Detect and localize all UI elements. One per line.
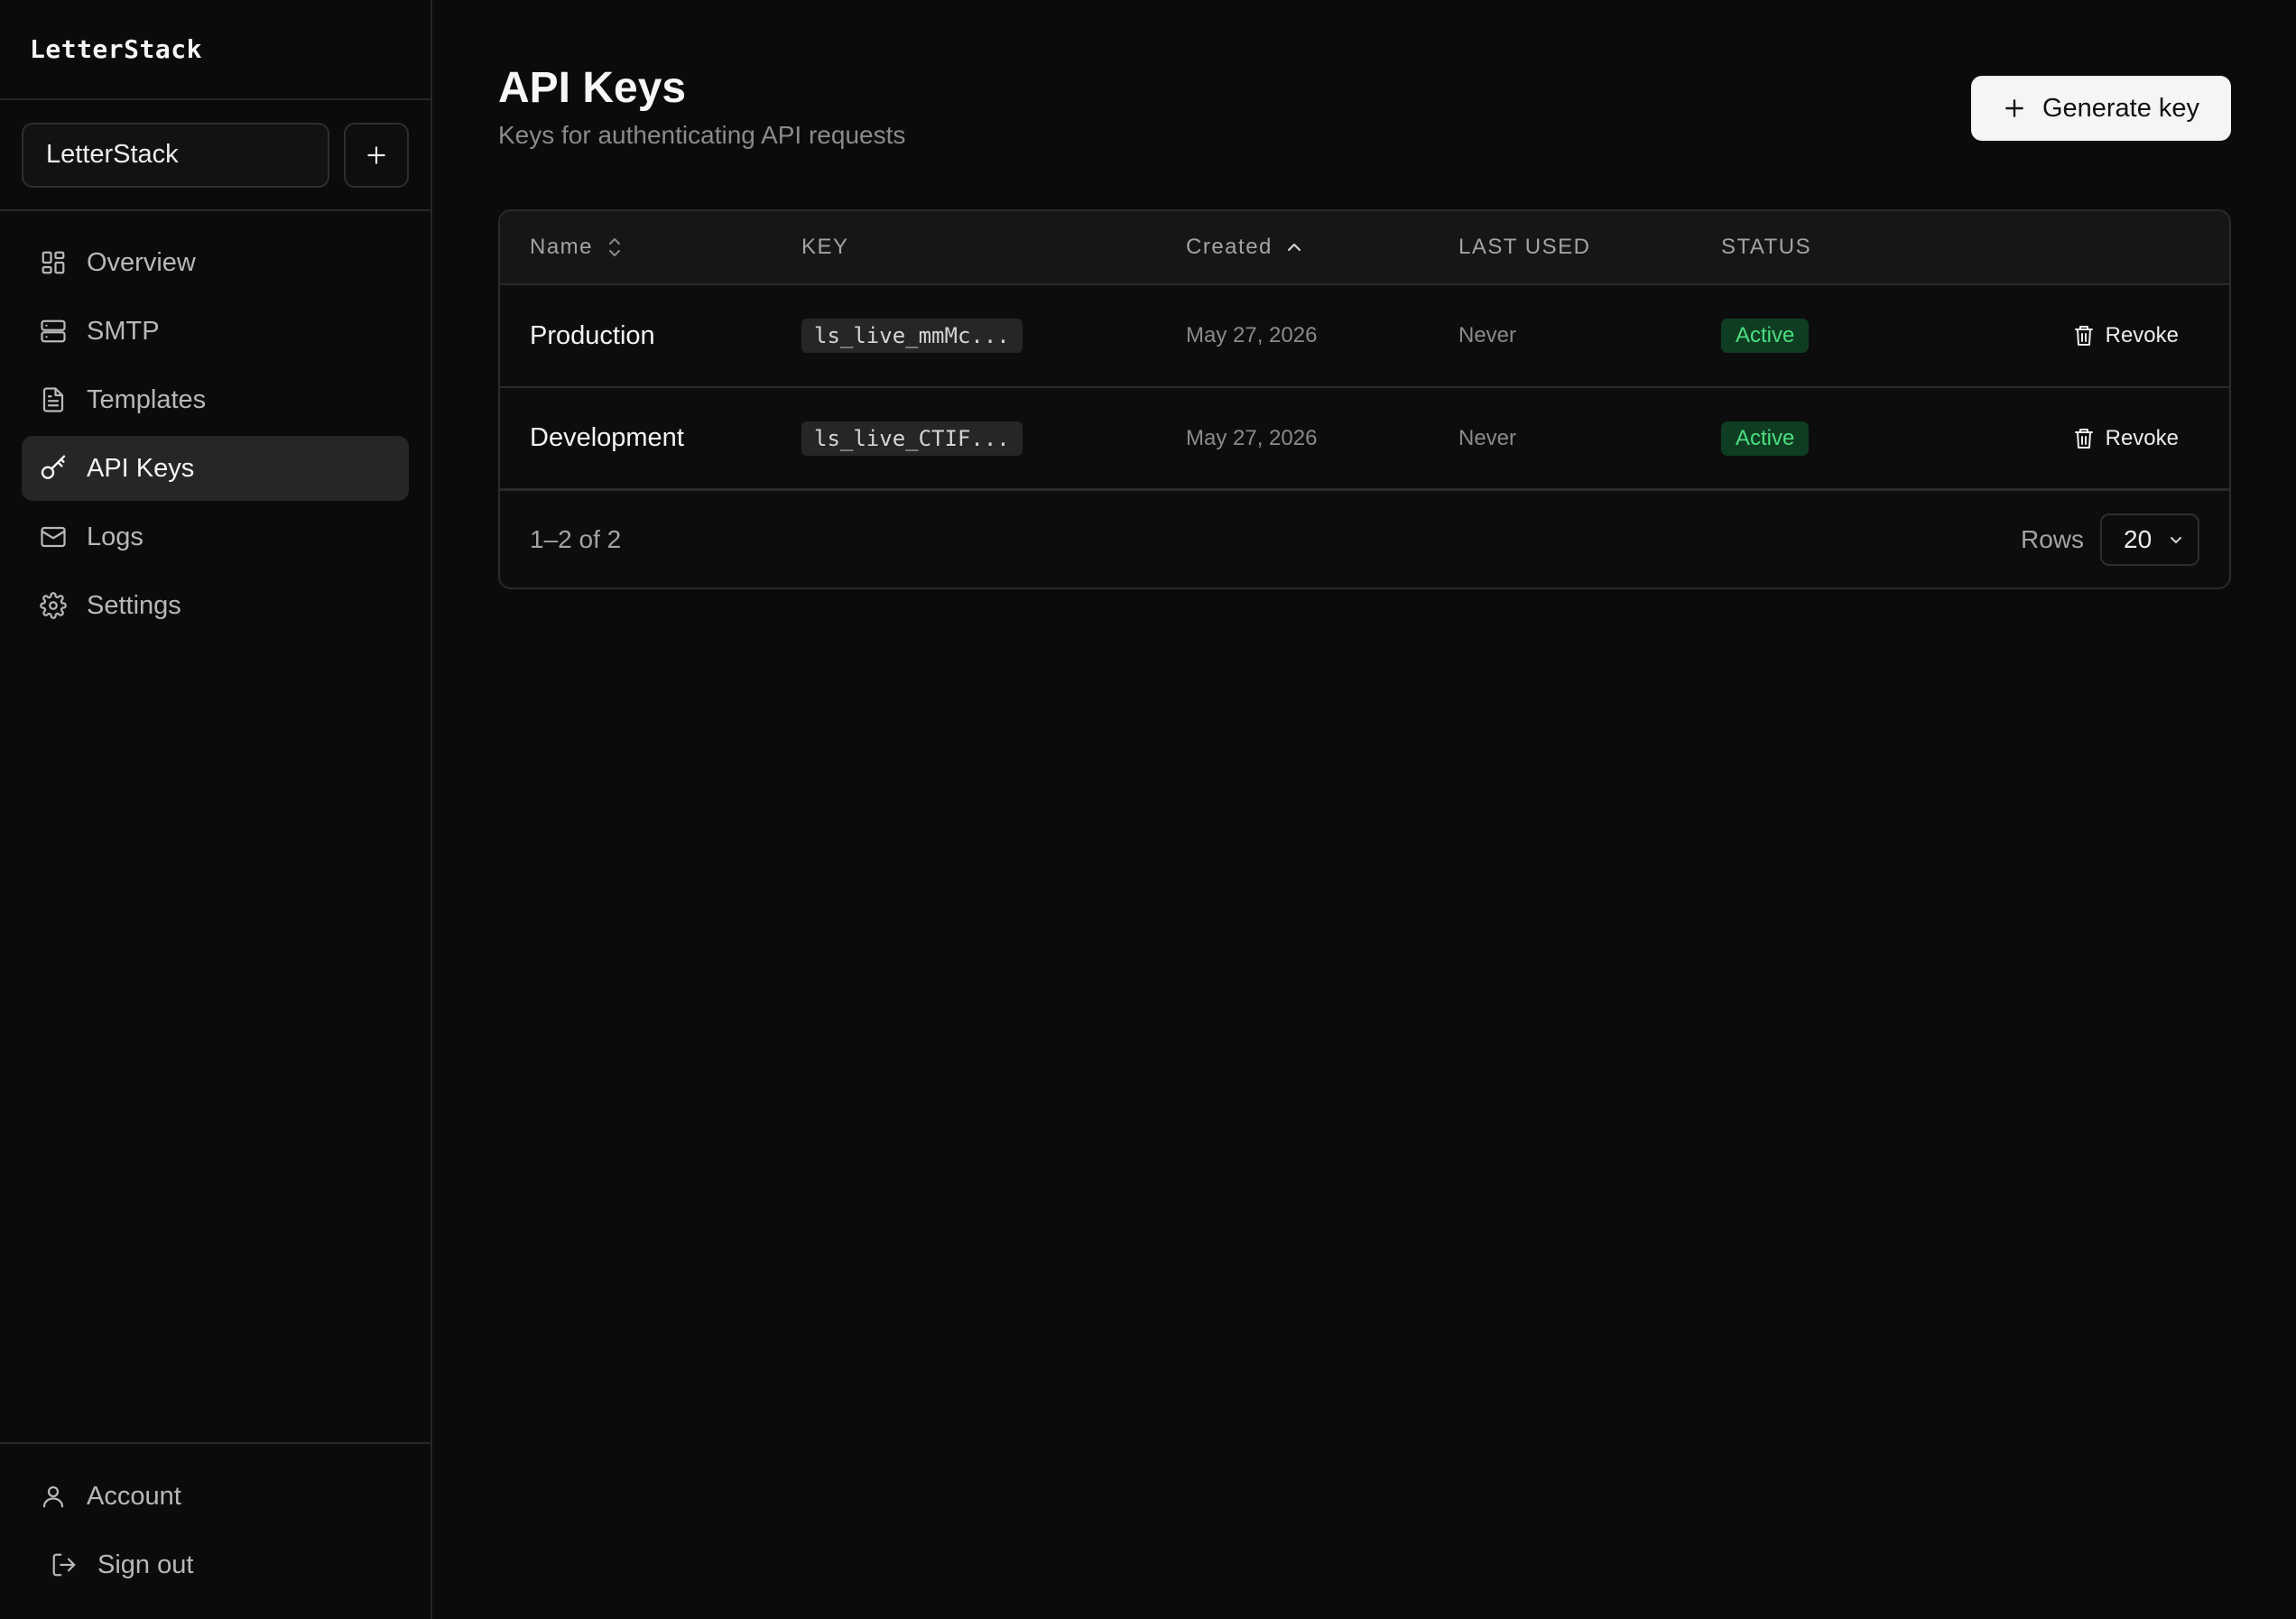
column-header-status: STATUS [1721,235,1992,260]
sidebar-item-logs[interactable]: Logs [22,504,409,569]
rows-per-page-label: Rows [2020,524,2084,553]
revoke-button[interactable]: Revoke [2073,426,2179,451]
column-header-label: Created [1186,235,1273,259]
sort-ascending-icon [1287,243,1301,252]
sidebar-item-templates[interactable]: Templates [22,367,409,432]
revoke-button[interactable]: Revoke [2073,323,2179,348]
sidebar-item-label: Logs [87,522,144,551]
column-header-label: LAST USED [1458,235,1591,259]
gear-icon [38,590,69,621]
sidebar-item-account[interactable]: Account [22,1464,409,1529]
sidebar-item-label: SMTP [87,316,160,346]
sidebar-footer: Account Sign out [0,1442,430,1619]
sign-out-button[interactable]: Sign out [22,1532,409,1597]
status-badge: Active [1721,421,1810,456]
column-header-last-used: LAST USED [1458,235,1721,260]
table-header: Name KEY Created LAST USED STATUS [500,211,2229,285]
key-cell: ls_live_CTIF... [801,421,1186,456]
table-footer: 1–2 of 2 Rows 20 [500,491,2229,587]
user-icon [38,1481,69,1512]
last-used: Never [1458,425,1517,450]
sidebar-item-label: Settings [87,590,181,620]
status-cell: Active [1721,319,1992,353]
rows-per-page-value: 20 [2124,524,2152,553]
main-content: API Keys Keys for authenticating API req… [432,0,2296,1619]
revoke-label: Revoke [2105,425,2179,450]
column-header-key: KEY [801,235,1186,260]
sort-icon [609,238,621,256]
status-badge: Active [1721,319,1810,353]
sidebar: LetterStack LetterStack Overview SMTP Te… [0,0,432,1619]
sidebar-item-label: Account [87,1481,181,1511]
status-cell: Active [1721,421,1992,456]
created-date: May 27, 2026 [1186,425,1318,450]
generate-key-label: Generate key [2041,93,2200,123]
sidebar-item-settings[interactable]: Settings [22,573,409,638]
table-row: Production ls_live_mmMc... May 27, 2026 … [500,285,2229,388]
sign-out-icon [49,1550,79,1580]
key-cell: ls_live_mmMc... [801,319,1186,353]
sidebar-item-overview[interactable]: Overview [22,230,409,295]
trash-icon [2074,428,2093,449]
table-row: Development ls_live_CTIF... May 27, 2026… [500,388,2229,491]
column-header-created[interactable]: Created [1186,235,1458,260]
chevron-down-icon [2171,536,2181,543]
sidebar-item-label: Sign out [97,1550,194,1579]
column-header-label: KEY [801,235,849,259]
pagination-range: 1–2 of 2 [530,524,622,553]
key-name: Development [530,423,684,452]
generate-key-button[interactable]: Generate key [1971,76,2231,141]
actions-cell: Revoke [1992,426,2229,451]
plus-icon [367,145,385,164]
sidebar-item-label: API Keys [87,453,195,483]
rows-per-page: Rows 20 [2021,513,2199,566]
rows-per-page-select[interactable]: 20 [2100,513,2199,566]
app-root: LetterStack LetterStack Overview SMTP Te… [0,0,2296,1619]
api-keys-table: Name KEY Created LAST USED STATUS Produc… [498,209,2231,589]
key-value[interactable]: ls_live_CTIF... [801,421,1023,456]
project-switcher: LetterStack [0,100,430,211]
page-title: API Keys [498,64,687,112]
add-project-button[interactable] [344,122,409,188]
column-header-name[interactable]: Name [500,235,801,260]
key-value[interactable]: ls_live_mmMc... [801,319,1023,353]
sidebar-item-label: Overview [87,247,196,277]
sidebar-nav: Overview SMTP Templates API Keys Logs Se… [0,211,430,638]
column-header-label: Name [530,235,594,259]
page-subtitle: Keys for authenticating API requests [498,121,906,149]
last-used: Never [1458,323,1517,347]
sidebar-item-api-keys[interactable]: API Keys [22,436,409,501]
sidebar-item-label: Templates [87,384,207,414]
file-text-icon [38,384,69,415]
sidebar-item-smtp[interactable]: SMTP [22,299,409,364]
revoke-label: Revoke [2105,323,2179,347]
column-header-label: STATUS [1721,235,1812,259]
actions-cell: Revoke [1992,323,2229,348]
created-date: May 27, 2026 [1186,323,1318,347]
key-name: Production [530,320,655,350]
plus-icon [2005,99,2023,117]
layout-grid-icon [38,247,69,278]
brand-logo: LetterStack [0,0,430,100]
page-heading: API Keys Keys for authenticating API req… [498,61,905,150]
page-header: API Keys Keys for authenticating API req… [498,0,2231,150]
server-icon [38,316,69,347]
mail-icon [38,522,69,552]
key-icon [38,453,69,484]
trash-icon [2074,326,2093,346]
project-select[interactable]: LetterStack [22,122,330,188]
